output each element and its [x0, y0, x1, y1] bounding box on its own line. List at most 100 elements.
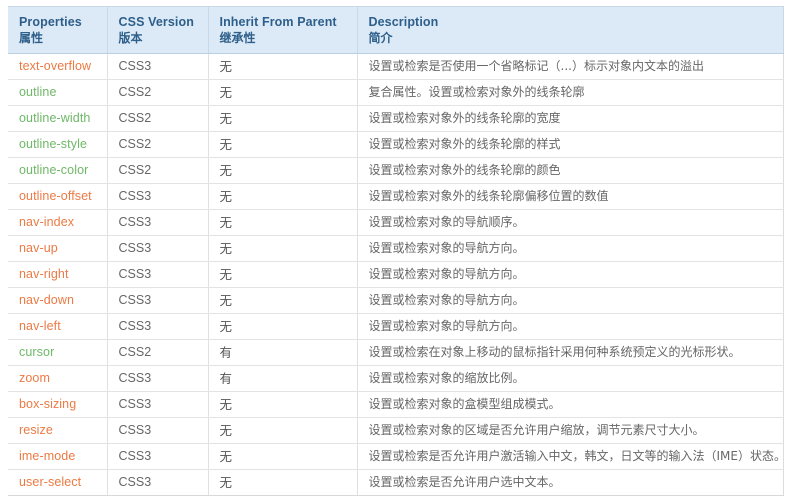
cell-css-version: CSS3 [107, 469, 209, 496]
cell-property-name[interactable]: nav-right [8, 261, 108, 288]
table-row[interactable]: outline-offset CSS3 无设置或检索对象外的线条轮廓偏移位置的数值 [8, 183, 784, 210]
cell-inherit-from-parent: 无 [208, 235, 358, 262]
cell-inherit-from-parent: 无 [208, 287, 358, 314]
table-row[interactable]: cursor CSS2 有设置或检索在对象上移动的鼠标指针采用何种系统预定义的光标形… [8, 339, 784, 366]
cell-css-version: CSS3 [107, 183, 209, 210]
css-properties-table-container: Properties 属性 CSS Version 版本 Inherit From Pa… [8, 6, 784, 496]
cell-inherit-from-parent: 无 [208, 131, 358, 158]
cell-property-name[interactable]: nav-up [8, 235, 108, 262]
table-row[interactable]: outline-width CSS2 无设置或检索对象外的线条轮廓的宽度 [8, 105, 784, 132]
table-row[interactable]: nav-left CSS3 无设置或检索对象的导航方向。 [8, 313, 784, 340]
cell-inherit-from-parent: 无 [208, 183, 358, 210]
cell-inherit-from-parent: 无 [208, 53, 358, 80]
cell-inherit-from-parent: 无 [208, 391, 358, 418]
cell-property-name[interactable]: ime-mode [8, 443, 108, 470]
column-header-label-cn: 属性 [19, 31, 44, 45]
table-row[interactable]: box-sizing CSS3 无设置或检索对象的盒模型组成模式。 [8, 391, 784, 418]
cell-inherit-from-parent: 无 [208, 261, 358, 288]
column-header-label-en: Description [368, 15, 439, 29]
cell-description: 设置或检索对象的区域是否允许用户缩放，调节元素尺寸大小。 [357, 417, 784, 444]
cell-property-name[interactable]: outline-color [8, 157, 108, 184]
cell-property-name[interactable]: cursor [8, 339, 108, 366]
cell-property-name[interactable]: resize [8, 417, 108, 444]
table-row[interactable]: ime-mode CSS3 无设置或检索是否允许用户激活输入中文，韩文，日文等的输入… [8, 443, 784, 470]
cell-inherit-from-parent: 无 [208, 79, 358, 106]
cell-inherit-from-parent: 无 [208, 105, 358, 132]
column-header-label-en: CSS Version [118, 15, 194, 29]
cell-css-version: CSS3 [107, 209, 209, 236]
table-row[interactable]: resize CSS3 无设置或检索对象的区域是否允许用户缩放，调节元素尺寸大小。 [8, 417, 784, 444]
cell-description: 设置或检索是否使用一个省略标记（...）标示对象内文本的溢出 [357, 53, 784, 80]
cell-description: 设置或检索是否允许用户选中文本。 [357, 469, 784, 496]
table-header: Properties 属性 CSS Version 版本 Inherit From Pa… [8, 6, 784, 54]
table-row[interactable]: outline-style CSS2 无设置或检索对象外的线条轮廓的样式 [8, 131, 784, 158]
cell-css-version: CSS3 [107, 53, 209, 80]
table-header-row: Properties 属性 CSS Version 版本 Inherit From Pa… [8, 6, 784, 54]
cell-property-name[interactable]: box-sizing [8, 391, 108, 418]
cell-property-name[interactable]: outline-width [8, 105, 108, 132]
cell-inherit-from-parent: 无 [208, 313, 358, 340]
cell-css-version: CSS3 [107, 235, 209, 262]
cell-property-name[interactable]: zoom [8, 365, 108, 392]
table-row[interactable]: nav-down CSS3 无设置或检索对象的导航方向。 [8, 287, 784, 314]
cell-inherit-from-parent: 无 [208, 469, 358, 496]
cell-inherit-from-parent: 有 [208, 339, 358, 366]
table-row[interactable]: text-overflow CSS3 无设置或检索是否使用一个省略标记（...）标示… [8, 53, 784, 80]
cell-description: 设置或检索对象的盒模型组成模式。 [357, 391, 784, 418]
cell-description: 复合属性。设置或检索对象外的线条轮廓 [357, 79, 784, 106]
column-header-label-en: Properties [19, 15, 82, 29]
cell-description: 设置或检索在对象上移动的鼠标指针采用何种系统预定义的光标形状。 [357, 339, 784, 366]
cell-inherit-from-parent: 无 [208, 443, 358, 470]
cell-property-name[interactable]: outline [8, 79, 108, 106]
column-header-description[interactable]: Description 简介 [357, 6, 784, 54]
column-header-label-cn: 版本 [118, 31, 143, 45]
cell-description: 设置或检索对象外的线条轮廓的颜色 [357, 157, 784, 184]
table-row[interactable]: nav-right CSS3 无设置或检索对象的导航方向。 [8, 261, 784, 288]
cell-description: 设置或检索对象的导航顺序。 [357, 209, 784, 236]
cell-css-version: CSS3 [107, 313, 209, 340]
column-header-css-version[interactable]: CSS Version 版本 [107, 6, 209, 54]
cell-css-version: CSS3 [107, 417, 209, 444]
cell-css-version: CSS3 [107, 391, 209, 418]
cell-property-name[interactable]: outline-offset [8, 183, 108, 210]
cell-inherit-from-parent: 无 [208, 157, 358, 184]
cell-css-version: CSS3 [107, 443, 209, 470]
cell-description: 设置或检索对象的导航方向。 [357, 235, 784, 262]
cell-css-version: CSS3 [107, 261, 209, 288]
cell-property-name[interactable]: user-select [8, 469, 108, 496]
table-row[interactable]: user-select CSS3 无设置或检索是否允许用户选中文本。 [8, 469, 784, 496]
cell-css-version: CSS2 [107, 339, 209, 366]
cell-description: 设置或检索对象的导航方向。 [357, 287, 784, 314]
cell-css-version: CSS2 [107, 79, 209, 106]
column-header-properties[interactable]: Properties 属性 [8, 6, 108, 54]
cell-property-name[interactable]: nav-left [8, 313, 108, 340]
column-header-label-cn: 简介 [368, 31, 393, 45]
table-row[interactable]: nav-up CSS3 无设置或检索对象的导航方向。 [8, 235, 784, 262]
cell-css-version: CSS2 [107, 105, 209, 132]
column-header-inherit-from-parent[interactable]: Inherit From Parent 继承性 [208, 6, 358, 54]
cell-property-name[interactable]: text-overflow [8, 53, 108, 80]
table-row[interactable]: outline CSS2 无复合属性。设置或检索对象外的线条轮廓 [8, 79, 784, 106]
cell-property-name[interactable]: nav-down [8, 287, 108, 314]
table-body: text-overflow CSS3 无设置或检索是否使用一个省略标记（...）标示… [8, 53, 784, 496]
table-row[interactable]: zoom CSS3 有设置或检索对象的缩放比例。 [8, 365, 784, 392]
cell-property-name[interactable]: nav-index [8, 209, 108, 236]
cell-inherit-from-parent: 无 [208, 417, 358, 444]
cell-inherit-from-parent: 有 [208, 365, 358, 392]
column-header-label-cn: 继承性 [219, 31, 256, 45]
cell-description: 设置或检索对象外的线条轮廓的样式 [357, 131, 784, 158]
cell-description: 设置或检索对象外的线条轮廓偏移位置的数值 [357, 183, 784, 210]
cell-description: 设置或检索对象的导航方向。 [357, 261, 784, 288]
css-properties-table: Properties 属性 CSS Version 版本 Inherit From Pa… [8, 6, 784, 496]
cell-css-version: CSS2 [107, 131, 209, 158]
cell-inherit-from-parent: 无 [208, 209, 358, 236]
cell-css-version: CSS3 [107, 365, 209, 392]
cell-css-version: CSS2 [107, 157, 209, 184]
cell-property-name[interactable]: outline-style [8, 131, 108, 158]
table-row[interactable]: outline-color CSS2 无设置或检索对象外的线条轮廓的颜色 [8, 157, 784, 184]
cell-description: 设置或检索对象外的线条轮廓的宽度 [357, 105, 784, 132]
cell-description: 设置或检索对象的缩放比例。 [357, 365, 784, 392]
table-row[interactable]: nav-index CSS3 无设置或检索对象的导航顺序。 [8, 209, 784, 236]
cell-description: 设置或检索对象的导航方向。 [357, 313, 784, 340]
cell-css-version: CSS3 [107, 287, 209, 314]
